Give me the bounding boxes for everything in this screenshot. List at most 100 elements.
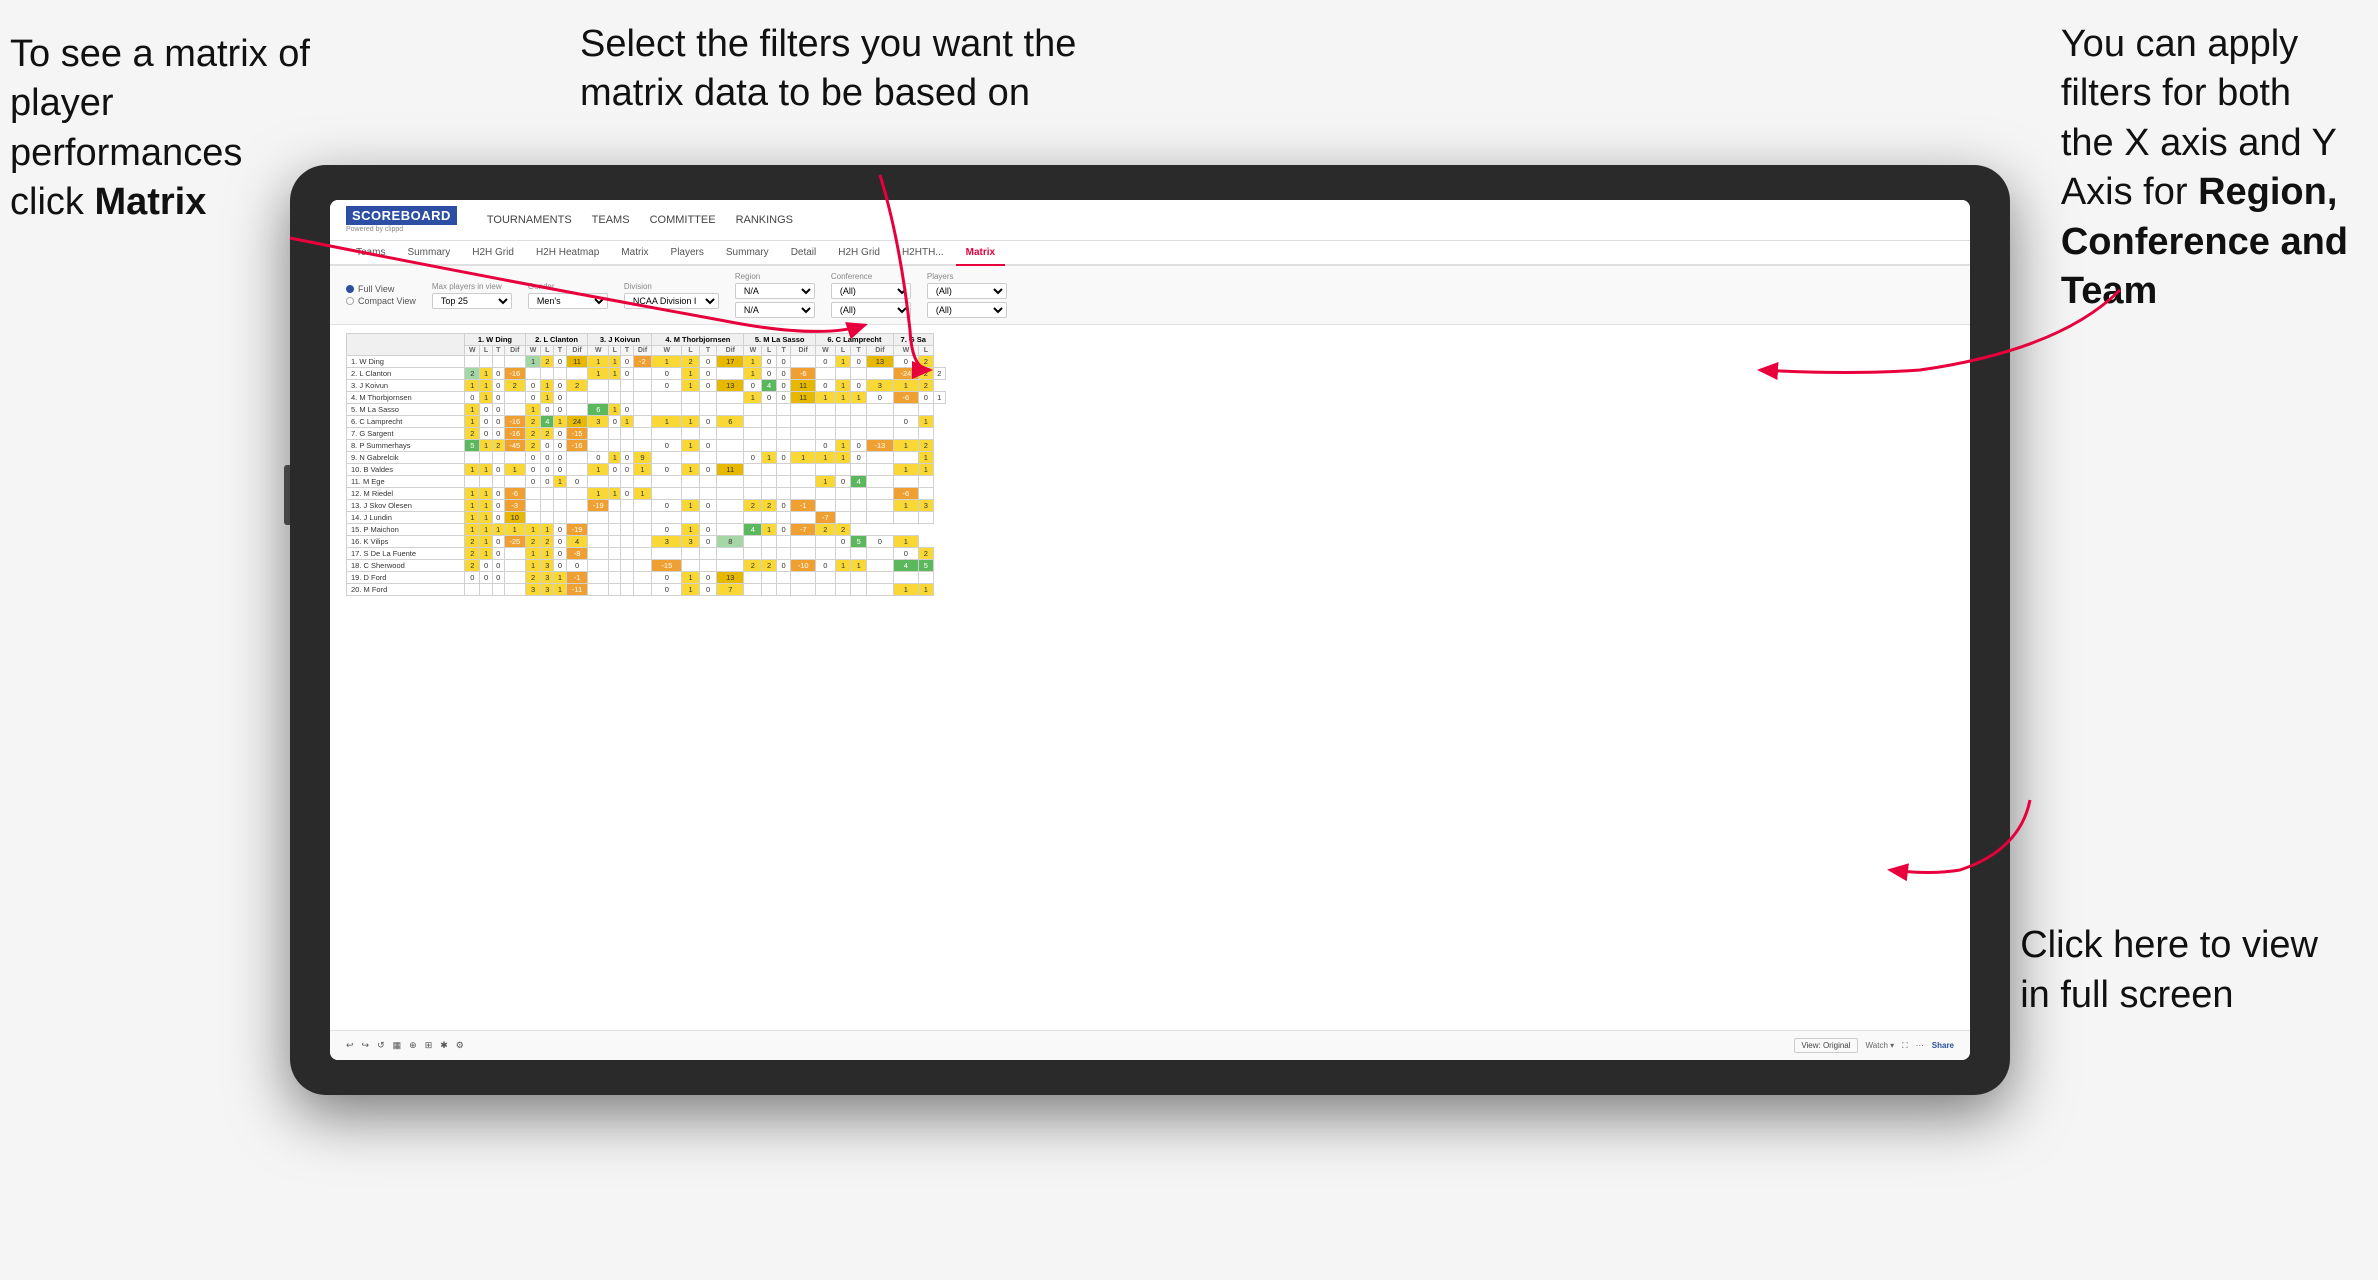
filter-players-select2[interactable]: (All) [927, 302, 1007, 318]
matrix-cell [918, 512, 933, 524]
filter-players-select[interactable]: (All) [927, 283, 1007, 299]
matrix-cell [492, 452, 504, 464]
matrix-cell: 0 [492, 392, 504, 404]
tablet-side-button [284, 465, 290, 525]
matrix-cell [566, 368, 588, 380]
tab-players[interactable]: Players [661, 241, 714, 266]
matrix-cell: -19 [566, 524, 588, 536]
matrix-cell [851, 404, 867, 416]
tab-matrix-active[interactable]: Matrix [956, 241, 1005, 266]
matrix-cell: 0 [554, 464, 567, 476]
tab-summary[interactable]: Summary [397, 241, 460, 266]
view-full[interactable]: Full View [346, 284, 416, 294]
matrix-cell [744, 572, 762, 584]
matrix-cell [791, 572, 816, 584]
filter-conference-select[interactable]: (All) [831, 283, 911, 299]
matrix-cell [791, 584, 816, 596]
matrix-cell [480, 584, 492, 596]
matrix-cell [762, 512, 776, 524]
filter-conference-select2[interactable]: (All) [831, 302, 911, 318]
toolbar-settings[interactable]: ✱ [440, 1040, 448, 1051]
matrix-cell: 0 [492, 368, 504, 380]
toolbar-redo[interactable]: ↪ [362, 1040, 370, 1051]
matrix-cell [504, 356, 525, 368]
matrix-cell: 2 [918, 368, 933, 380]
tab-h2h-heatmap[interactable]: H2H Heatmap [526, 241, 609, 266]
tab-matrix[interactable]: Matrix [611, 241, 658, 266]
nav-rankings[interactable]: RANKINGS [736, 210, 793, 230]
filter-maxplayers-select[interactable]: Top 25 [432, 293, 512, 309]
toolbar-refresh[interactable]: ↺ [377, 1040, 385, 1051]
toolbar-share[interactable]: Share [1932, 1041, 1954, 1050]
tab-summary2[interactable]: Summary [716, 241, 779, 266]
nav-committee[interactable]: COMMITTEE [650, 210, 716, 230]
matrix-cell: 1 [893, 536, 918, 548]
matrix-cell [633, 500, 652, 512]
filter-players: Players (All) (All) [927, 272, 1007, 318]
filter-division-select[interactable]: NCAA Division I [624, 293, 719, 309]
matrix-cell [652, 488, 682, 500]
toolbar-add[interactable]: ⊕ [409, 1040, 417, 1051]
matrix-cell: 4 [851, 476, 867, 488]
nav-teams[interactable]: TEAMS [592, 210, 630, 230]
matrix-cell: 0 [554, 548, 567, 560]
toolbar-watch[interactable]: Watch ▾ [1866, 1041, 1895, 1050]
toolbar-fullscreen[interactable]: ⛶ [1902, 1041, 1908, 1051]
annotation-center-line1: Select the filters you want the [580, 23, 1076, 65]
toolbar-expand[interactable]: ⊞ [425, 1040, 433, 1051]
tab-h2h-grid2[interactable]: H2H Grid [828, 241, 890, 266]
sub-t5: T [776, 346, 790, 356]
matrix-cell: 5 [918, 560, 933, 572]
matrix-cell [867, 368, 894, 380]
table-row: 10. B Valdes110100010010101111 [347, 464, 946, 476]
matrix-cell: 1 [480, 440, 492, 452]
matrix-cell: 0 [480, 572, 492, 584]
matrix-cell: 5 [851, 536, 867, 548]
matrix-cell [776, 464, 790, 476]
filter-region-select[interactable]: N/A [735, 283, 815, 299]
matrix-cell: 1 [682, 500, 700, 512]
matrix-cell: 1 [465, 488, 480, 500]
matrix-cell: 11 [791, 380, 816, 392]
toolbar-dots[interactable]: ⋯ [1916, 1041, 1924, 1050]
filter-conference: Conference (All) (All) [831, 272, 911, 318]
toolbar-view-original[interactable]: View: Original [1794, 1038, 1857, 1053]
matrix-area[interactable]: 1. W Ding 2. L Clanton 3. J Koivun 4. M … [330, 325, 1970, 1030]
filter-gender-select[interactable]: Men's [528, 293, 608, 309]
bottom-toolbar: ↩ ↪ ↺ ▦ ⊕ ⊞ ✱ ⚙ View: Original Watch ▾ ⛶… [330, 1030, 1970, 1060]
view-compact[interactable]: Compact View [346, 296, 416, 306]
matrix-cell [652, 476, 682, 488]
sub-l4: L [682, 346, 700, 356]
matrix-cell [609, 440, 621, 452]
matrix-cell: 0 [699, 584, 717, 596]
matrix-cell [480, 356, 492, 368]
matrix-cell [762, 440, 776, 452]
matrix-cell [762, 464, 776, 476]
tab-teams[interactable]: Teams [346, 241, 395, 266]
matrix-cell [652, 392, 682, 404]
matrix-cell: 0 [776, 524, 790, 536]
matrix-cell [744, 584, 762, 596]
matrix-cell: -16 [566, 440, 588, 452]
matrix-cell: 1 [835, 380, 851, 392]
matrix-cell [867, 512, 894, 524]
matrix-cell [633, 524, 652, 536]
matrix-cell [816, 464, 836, 476]
nav-tournaments[interactable]: TOURNAMENTS [487, 210, 572, 230]
filter-region-select2[interactable]: N/A [735, 302, 815, 318]
toolbar-grid[interactable]: ▦ [393, 1040, 402, 1051]
matrix-cell: 0 [525, 392, 541, 404]
matrix-cell [851, 428, 867, 440]
toolbar-gear[interactable]: ⚙ [456, 1040, 464, 1051]
matrix-cell: 2 [465, 368, 480, 380]
sub-d6: Dif [867, 346, 894, 356]
tab-h2hth[interactable]: H2HTH... [892, 241, 954, 266]
tab-h2h-grid[interactable]: H2H Grid [462, 241, 524, 266]
matrix-cell [762, 536, 776, 548]
tablet-frame: SCOREBOARD Powered by clippd TOURNAMENTS… [290, 165, 2010, 1095]
toolbar-undo[interactable]: ↩ [346, 1040, 354, 1051]
matrix-cell [633, 584, 652, 596]
matrix-cell [717, 404, 744, 416]
tab-detail[interactable]: Detail [781, 241, 827, 266]
matrix-cell: 0 [554, 380, 567, 392]
